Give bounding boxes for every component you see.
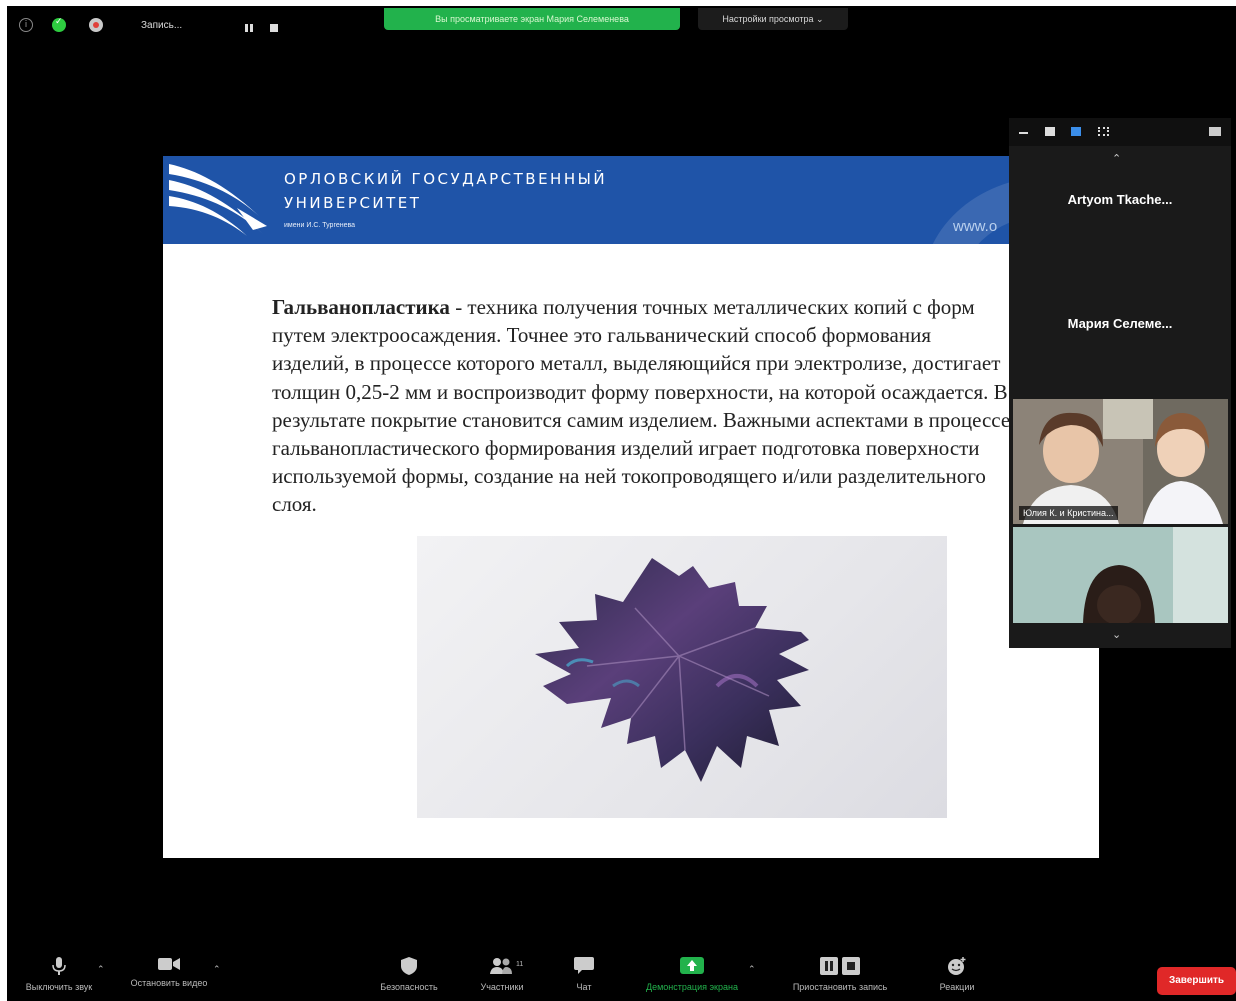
meeting-toolbar: Выключить звук ⌃ Остановить видео ⌃ Безо… — [7, 951, 1236, 1001]
zoom-meeting-window: i Запись... Вы просматриваете экран Мари… — [7, 6, 1236, 1001]
gallery-view-icon[interactable] — [1098, 127, 1109, 136]
info-icon[interactable]: i — [19, 18, 33, 32]
view-options-button[interactable]: Настройки просмотра ⌄ — [698, 8, 848, 30]
security-shield-icon — [401, 957, 417, 975]
university-logo — [169, 164, 267, 236]
stop-video-button[interactable]: Остановить видео — [119, 957, 219, 988]
viewing-screen-banner: Вы просматриваете экран Мария Селеменева — [384, 8, 680, 30]
pause-recording-icon[interactable] — [245, 24, 253, 32]
recording-indicator-icon — [89, 18, 103, 32]
end-meeting-button[interactable]: Завершить — [1157, 967, 1236, 995]
metal-leaf-image — [535, 558, 809, 782]
mute-button[interactable]: Выключить звук — [17, 957, 101, 992]
scroll-up-chevron-icon[interactable]: ⌃ — [1112, 152, 1121, 165]
exit-fullscreen-icon[interactable] — [1209, 127, 1221, 136]
audio-options-caret-icon[interactable]: ⌃ — [97, 965, 105, 975]
top-bar: i Запись... Вы просматриваете экран Мари… — [7, 6, 1236, 46]
strip-view-icon[interactable] — [1071, 127, 1081, 136]
pause-recording-button[interactable]: Приостановить запись — [765, 957, 915, 992]
stop-recording-icon[interactable] — [270, 24, 278, 32]
participants-icon — [490, 958, 512, 974]
university-name-line2: УНИВЕРСИТЕТ — [284, 194, 422, 212]
metal-leaf-photo — [417, 536, 947, 818]
video-options-caret-icon[interactable]: ⌃ — [213, 965, 221, 975]
university-subtitle: имени И.С. Тургенева — [284, 222, 356, 229]
participant-video-tile[interactable]: Юлия К. и Кристина... — [1013, 399, 1228, 524]
microphone-icon — [52, 957, 66, 975]
participant-name: Мария Селеме... — [1067, 316, 1173, 331]
share-screen-button[interactable]: Демонстрация экрана — [627, 957, 757, 992]
participants-sidebar: ⌃ Artyom Tkache... Мария Селеме... Юлия … — [1009, 118, 1231, 648]
pause-stop-recording-icon — [820, 957, 860, 975]
slide-body-text: Гальванопластика - техника получения точ… — [272, 293, 1012, 519]
recording-label: Запись... — [141, 20, 183, 31]
participant-name-tag: Юлия К. и Кристина... — [1019, 506, 1118, 520]
participant-tile[interactable]: Artyom Tkache... — [1009, 192, 1231, 272]
shared-screen-slide: ОРЛОВСКИЙ ГОСУДАРСТВЕННЫЙ УНИВЕРСИТЕТ им… — [163, 156, 1099, 858]
participant-tile[interactable]: Мария Селеме... — [1009, 316, 1231, 396]
security-button[interactable]: Безопасность — [369, 957, 449, 992]
participants-count: 11 — [516, 961, 524, 968]
participants-label: Участники — [480, 982, 524, 992]
share-screen-icon — [680, 957, 704, 974]
participant-video — [1013, 527, 1228, 623]
term-definition: - техника получения точных металлических… — [272, 295, 1011, 517]
chat-button[interactable]: Чат — [564, 957, 604, 992]
security-label: Безопасность — [380, 982, 438, 992]
reactions-label: Реакции — [939, 982, 975, 992]
term-heading: Гальванопластика — [272, 295, 450, 319]
share-options-caret-icon[interactable]: ⌃ — [748, 965, 756, 975]
gallery-view-bar — [1009, 118, 1231, 146]
slide-header: ОРЛОВСКИЙ ГОСУДАРСТВЕННЫЙ УНИВЕРСИТЕТ им… — [163, 156, 1099, 396]
mute-label: Выключить звук — [25, 982, 93, 992]
participant-video-tile[interactable] — [1013, 527, 1228, 623]
video-camera-icon — [158, 958, 180, 970]
pause-recording-label: Приостановить запись — [792, 982, 888, 992]
share-screen-label: Демонстрация экрана — [646, 982, 738, 992]
reactions-button[interactable]: Реакции — [927, 957, 987, 992]
scroll-down-chevron-icon[interactable]: ⌄ — [1112, 628, 1121, 641]
minimize-icon[interactable] — [1019, 132, 1028, 134]
chat-label: Чат — [576, 982, 592, 992]
chat-bubble-icon — [574, 957, 594, 974]
participant-name: Artyom Tkache... — [1067, 192, 1173, 207]
encryption-shield-icon[interactable] — [52, 17, 66, 32]
participants-button[interactable]: Участники — [469, 957, 535, 992]
speaker-view-icon[interactable] — [1045, 127, 1055, 136]
university-url: www.o — [953, 218, 998, 235]
stop-video-label: Остановить видео — [130, 978, 208, 988]
reactions-smiley-icon — [948, 957, 966, 975]
university-name-line1: ОРЛОВСКИЙ ГОСУДАРСТВЕННЫЙ — [284, 170, 608, 188]
